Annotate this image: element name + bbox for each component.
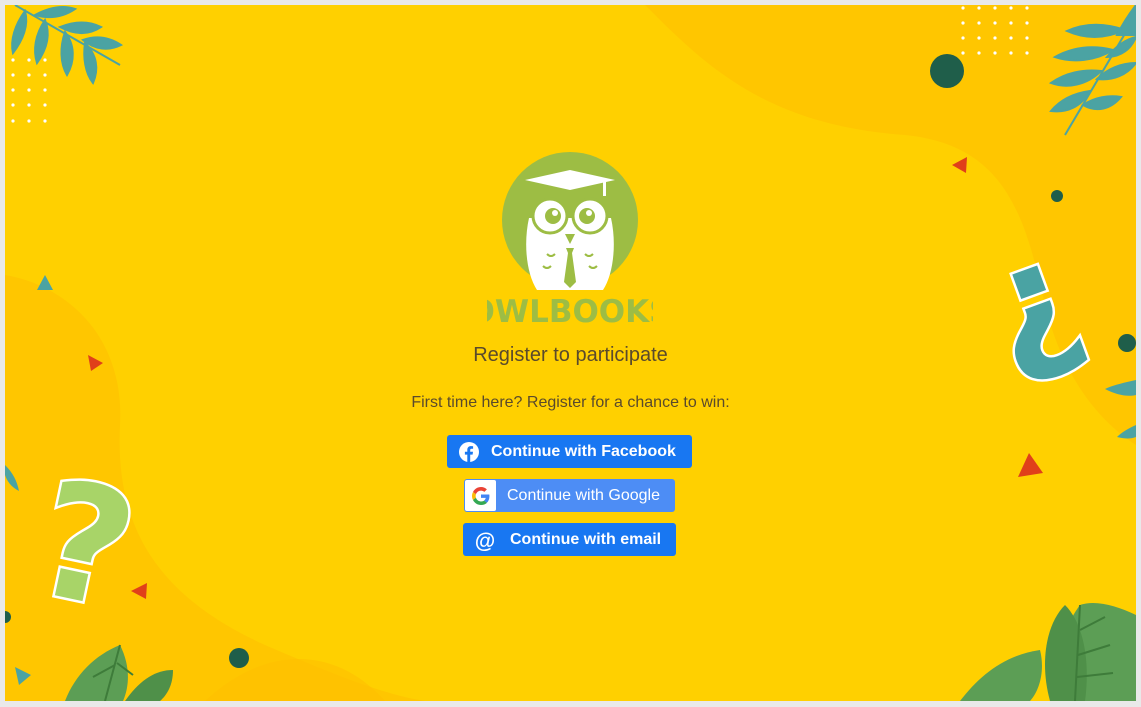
google-button-label: Continue with Google [507, 486, 660, 504]
google-icon-box [465, 480, 496, 511]
facebook-button-label: Continue with Facebook [491, 442, 676, 460]
page-title: Register to participate [473, 344, 668, 366]
google-icon [471, 486, 489, 505]
facebook-icon [459, 441, 479, 462]
continue-with-google-button[interactable]: Continue with Google [464, 479, 675, 512]
at-sign-icon: @ [474, 529, 496, 553]
owlbooks-logo: OWLBOOKS [487, 152, 653, 325]
continue-with-email-button[interactable]: @ Continue with email [463, 523, 676, 556]
register-panel: OWLBOOKS Register to participate First t… [5, 5, 1136, 701]
continue-with-facebook-button[interactable]: Continue with Facebook [447, 435, 692, 468]
email-button-label: Continue with email [510, 530, 662, 548]
brand-wordmark: OWLBOOKS [487, 294, 653, 325]
register-subtitle: First time here? Register for a chance t… [411, 394, 730, 411]
page-frame: ? ¿ WLBOOK Register to participate First… [5, 5, 1136, 701]
